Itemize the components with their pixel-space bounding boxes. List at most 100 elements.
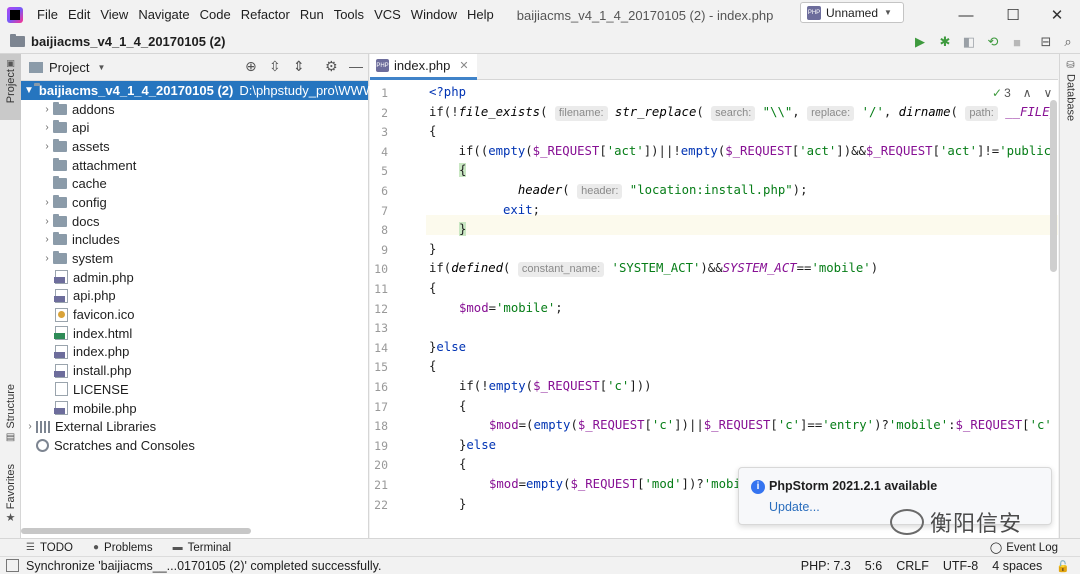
expand-all-icon[interactable]: ⇳ xyxy=(269,58,281,75)
tree-item-includes[interactable]: › includes xyxy=(21,231,368,250)
menu-refactor[interactable]: Refactor xyxy=(236,0,295,30)
tree-item-install-php[interactable]: install.php xyxy=(21,361,368,380)
collapse-all-icon[interactable]: ⇕ xyxy=(293,58,305,75)
tree-item-cache[interactable]: cache xyxy=(21,174,368,193)
tree-item-system[interactable]: › system xyxy=(21,249,368,268)
tree-item-label: Scratches and Consoles xyxy=(54,437,195,453)
watermark: 衡阳信安 xyxy=(890,506,1022,538)
coverage-icon[interactable]: ◧ xyxy=(959,32,979,52)
problems-icon: ● xyxy=(92,542,100,553)
tree-item-mobile-php[interactable]: mobile.php xyxy=(21,399,368,418)
gear-icon[interactable]: ⚙ xyxy=(325,58,338,75)
stop-icon[interactable]: ■ xyxy=(1007,32,1027,52)
locate-icon[interactable]: ⊕ xyxy=(245,58,257,75)
php-file-icon xyxy=(54,344,68,359)
menu-navigate[interactable]: Navigate xyxy=(133,0,194,30)
code-token: ( xyxy=(525,143,533,158)
tree-item-index-html[interactable]: index.html xyxy=(21,324,368,343)
menu-file[interactable]: File xyxy=(32,0,63,30)
menu-help[interactable]: Help xyxy=(462,0,499,30)
chevron-right-icon[interactable]: › xyxy=(41,197,53,208)
code-line: { xyxy=(459,397,466,417)
left-tool-strip: ▣ Project Structure ▤ Favorites ★ xyxy=(0,54,21,538)
search-everywhere-icon[interactable]: ⊟ xyxy=(1036,32,1056,52)
chevron-down-icon[interactable]: ∨ xyxy=(1044,86,1053,100)
run-configuration-select[interactable]: PHP Unnamed ▼ xyxy=(800,2,904,23)
chevron-right-icon[interactable]: › xyxy=(41,104,53,115)
inspection-widget[interactable]: ✓ 3 ∧ ∨ xyxy=(992,86,1052,100)
search-icon[interactable]: ⌕ xyxy=(1058,32,1078,52)
php-version[interactable]: PHP: 7.3 xyxy=(801,559,851,573)
profile-icon[interactable]: ⟲ xyxy=(983,32,1003,52)
menu-edit[interactable]: Edit xyxy=(63,0,95,30)
tab-favorites-label: Favorites xyxy=(4,464,17,510)
chevron-up-icon[interactable]: ∧ xyxy=(1023,86,1032,100)
chevron-down-icon[interactable]: ▼ xyxy=(24,85,34,96)
chevron-right-icon[interactable]: › xyxy=(24,421,36,432)
chevron-right-icon[interactable]: › xyxy=(41,122,53,133)
tree-item-favicon[interactable]: favicon.ico xyxy=(21,305,368,324)
code-token: ]!= xyxy=(977,143,1000,158)
tree-item-api-php[interactable]: api.php xyxy=(21,287,368,306)
tab-database[interactable]: ⛁ Database xyxy=(1060,60,1080,130)
tree-item-scratches[interactable]: Scratches and Consoles xyxy=(21,436,368,455)
chevron-right-icon[interactable]: › xyxy=(41,234,53,245)
code-token: $_REQUEST xyxy=(532,143,600,158)
terminal-button[interactable]: ▬ Terminal xyxy=(173,542,231,554)
horizontal-scrollbar[interactable] xyxy=(21,528,251,534)
menu-view[interactable]: View xyxy=(95,0,133,30)
hide-icon[interactable]: — xyxy=(349,58,363,74)
tree-item-assets[interactable]: › assets xyxy=(21,137,368,156)
tab-favorites[interactable]: Favorites ★ xyxy=(0,464,21,534)
todo-button[interactable]: ☰ TODO xyxy=(26,542,73,554)
line-separator[interactable]: CRLF xyxy=(896,559,929,573)
tab-index-php[interactable]: PHP index.php ✕ xyxy=(370,54,477,80)
tree-item-config[interactable]: › config xyxy=(21,193,368,212)
code-token: ( xyxy=(950,104,966,119)
run-icon[interactable]: ▶ xyxy=(910,32,930,52)
tab-project[interactable]: ▣ Project xyxy=(0,54,21,120)
php-file-icon xyxy=(54,401,68,416)
chevron-right-icon[interactable]: › xyxy=(41,141,53,152)
breadcrumb-project[interactable]: baijiacms_v4_1_4_20170105 (2) xyxy=(31,34,225,49)
menu-tools[interactable]: Tools xyxy=(329,0,369,30)
file-encoding[interactable]: UTF-8 xyxy=(943,559,978,573)
tree-item-license[interactable]: LICENSE xyxy=(21,380,368,399)
toggle-tool-windows-icon[interactable] xyxy=(6,559,19,572)
line-number: 7 xyxy=(381,203,388,218)
tree-item-index-php[interactable]: index.php xyxy=(21,343,368,362)
vertical-scrollbar[interactable] xyxy=(1050,100,1057,272)
tree-item-api[interactable]: › api xyxy=(21,118,368,137)
tree-item-docs[interactable]: › docs xyxy=(21,212,368,231)
menu-vcs[interactable]: VCS xyxy=(369,0,406,30)
chevron-down-icon[interactable]: ▼ xyxy=(97,63,105,72)
chevron-right-icon[interactable]: › xyxy=(41,253,53,264)
minimize-button[interactable]: — xyxy=(943,0,989,30)
tree-item-attachment[interactable]: attachment xyxy=(21,156,368,175)
tab-structure[interactable]: Structure ▤ xyxy=(0,384,21,464)
line-number: 9 xyxy=(381,242,388,257)
caret-position[interactable]: 5:6 xyxy=(865,559,882,573)
tree-item-external-libraries[interactable]: › External Libraries xyxy=(21,417,368,436)
project-folder-icon xyxy=(10,34,25,47)
tree-item-addons[interactable]: › addons xyxy=(21,100,368,119)
menu-window[interactable]: Window xyxy=(406,0,462,30)
project-panel-title[interactable]: Project xyxy=(49,60,89,75)
close-icon[interactable]: ✕ xyxy=(459,59,468,72)
indent-setting[interactable]: 4 spaces xyxy=(992,559,1042,573)
tree-item-admin-php[interactable]: admin.php xyxy=(21,268,368,287)
maximize-button[interactable]: ☐ xyxy=(990,0,1036,30)
lock-icon[interactable]: 🔓 xyxy=(1056,560,1070,573)
close-window-button[interactable]: ✕ xyxy=(1034,0,1080,30)
menu-code[interactable]: Code xyxy=(195,0,236,30)
code-token: 'mod' xyxy=(644,477,682,491)
problems-button[interactable]: ● Problems xyxy=(93,542,153,554)
tree-root[interactable]: ▼ baijiacms_v4_1_4_20170105 (2) D:\phpst… xyxy=(21,81,375,100)
code-token: ])) xyxy=(629,379,652,393)
debug-icon[interactable]: ✱ xyxy=(935,32,955,52)
event-log-button[interactable]: ◯ Event Log xyxy=(990,541,1058,555)
chevron-right-icon[interactable]: › xyxy=(41,216,53,227)
menu-run[interactable]: Run xyxy=(295,0,329,30)
php-config-icon: PHP xyxy=(807,5,821,20)
update-link[interactable]: Update... xyxy=(769,500,820,514)
